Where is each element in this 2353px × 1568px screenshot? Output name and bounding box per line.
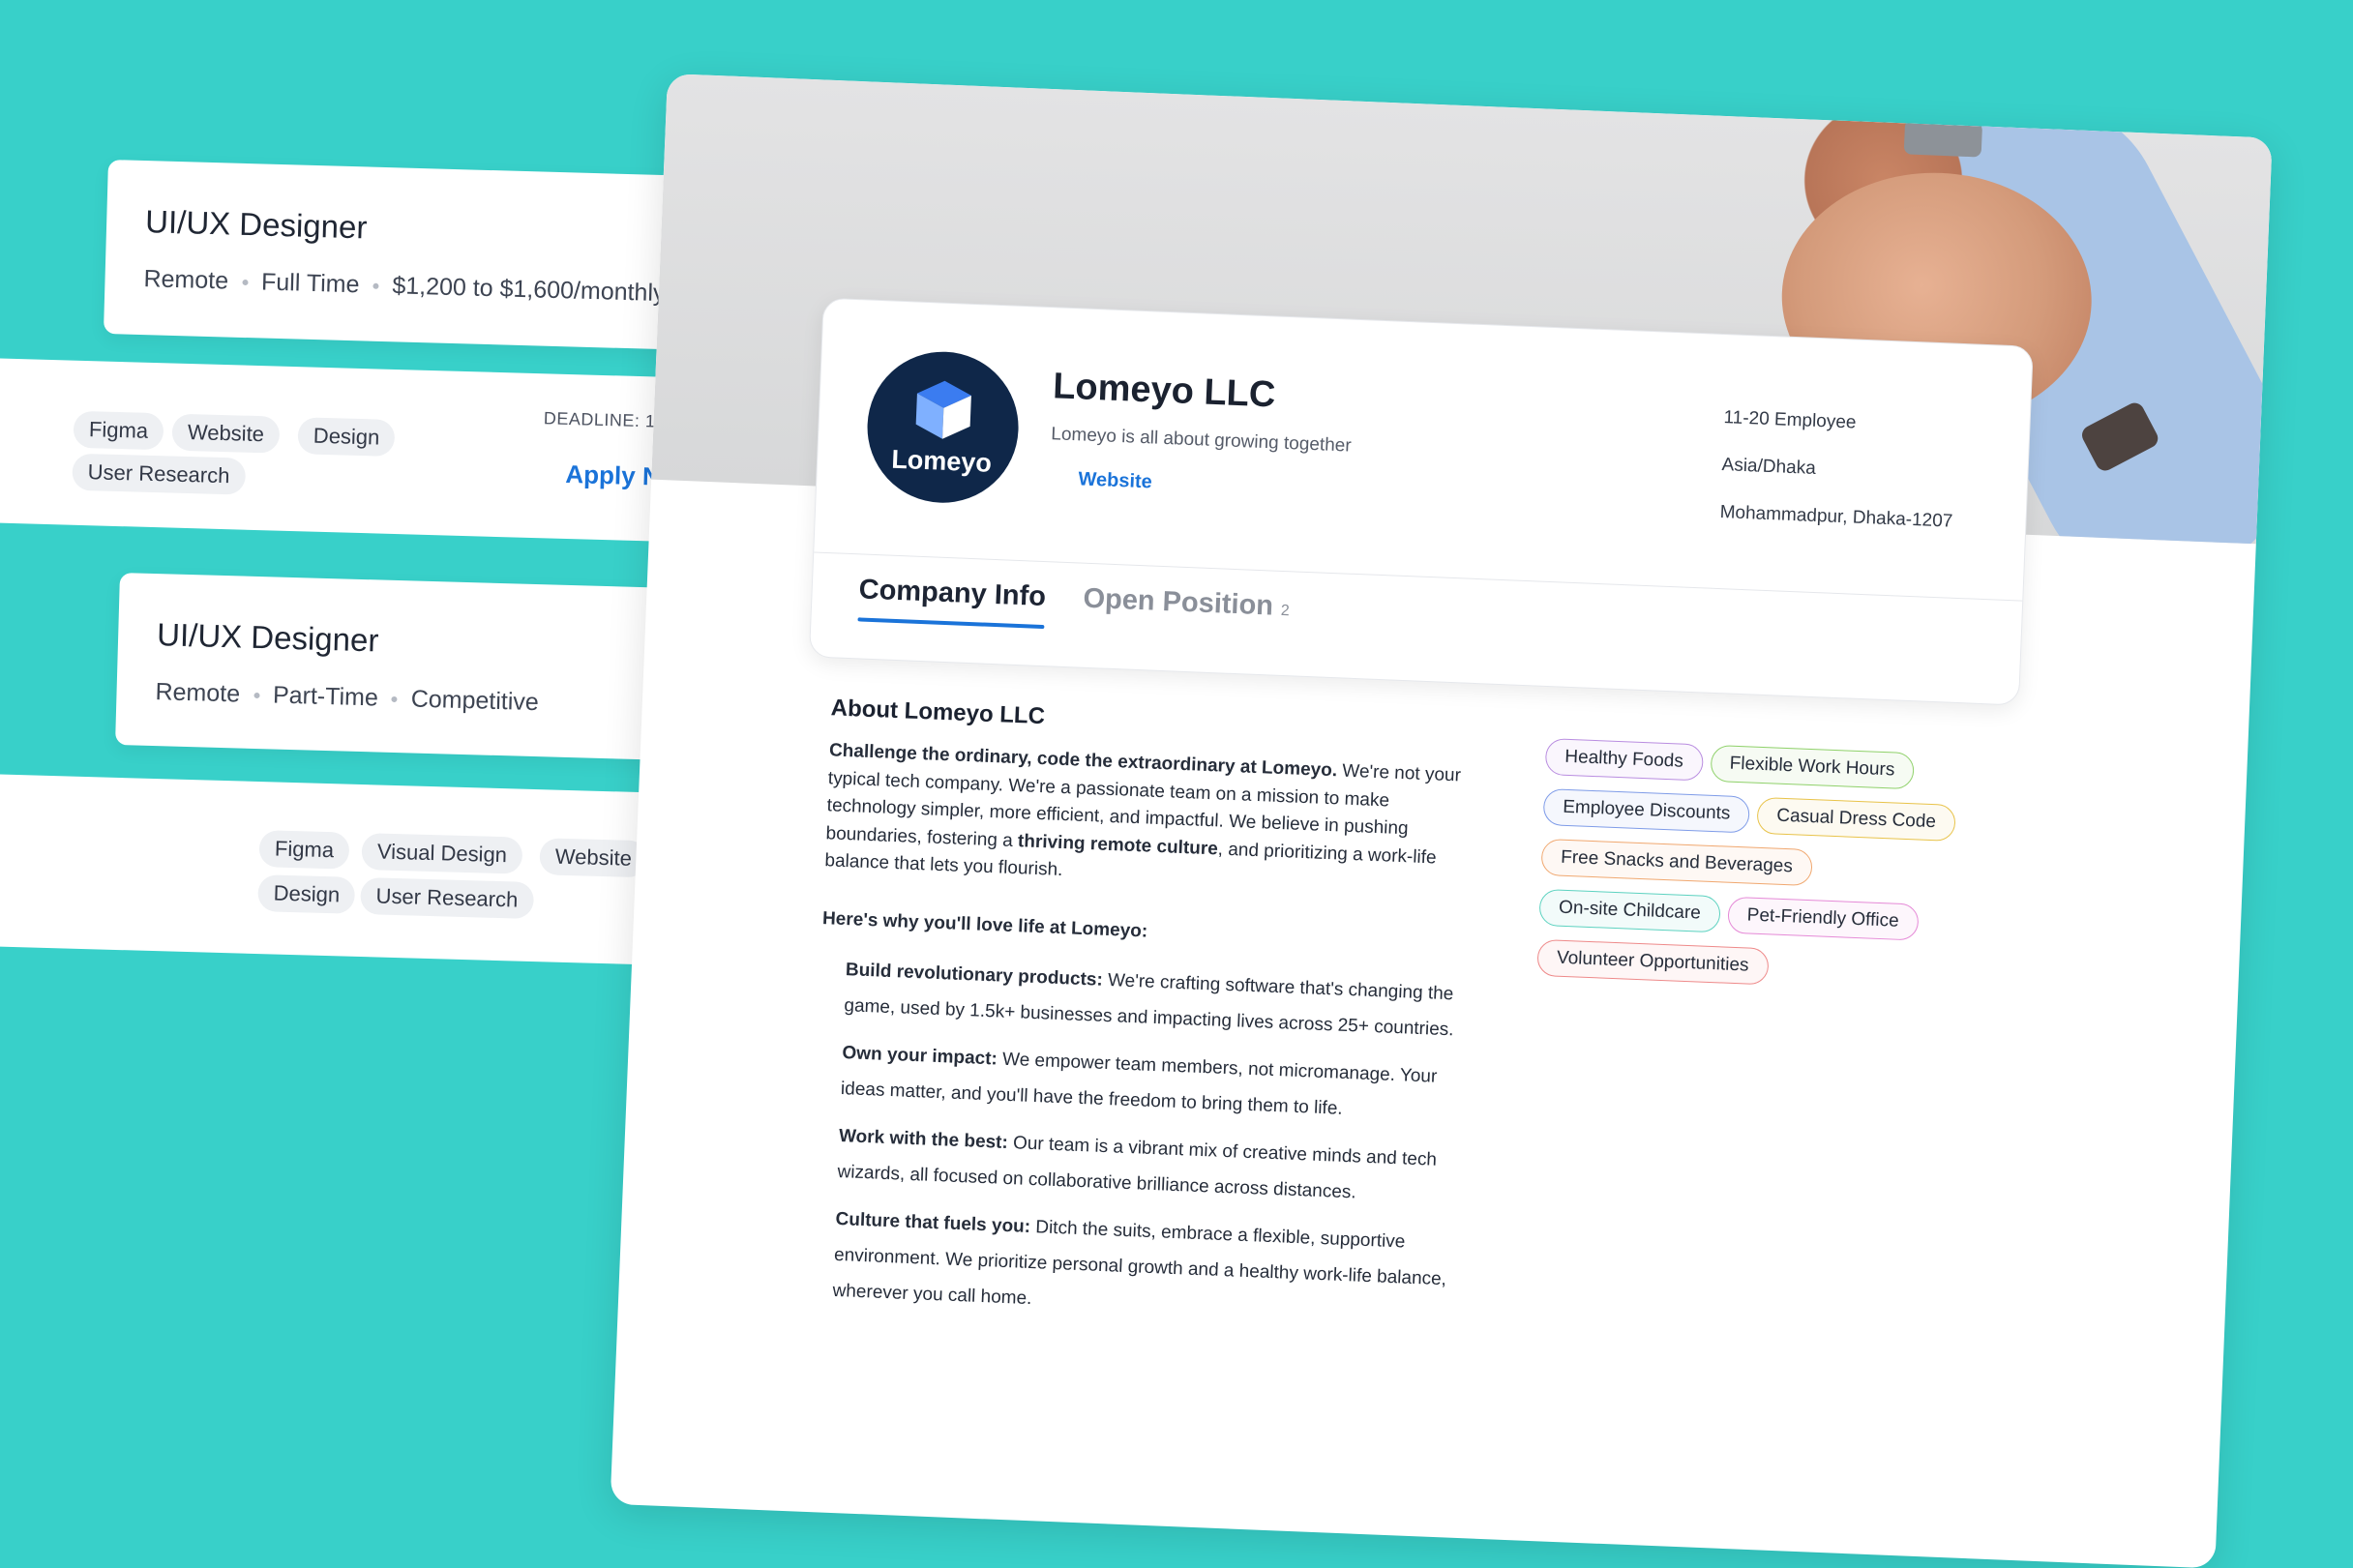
website-link[interactable]: Website [1078,468,1152,493]
skill-chip: Visual Design [361,833,523,874]
skill-chip: User Research [360,877,534,919]
company-logo: Lomeyo [864,348,1022,506]
skill-chip: Figma [258,830,350,870]
tab-bar: Company Info Open Position 2 [809,551,2023,706]
reasons-lead: Here's why you'll love life at Lomeyo: [821,907,1148,942]
tab-open-position[interactable]: Open Position 2 [1083,583,1291,624]
reason-title: Own your impact: [842,1042,998,1070]
address: Mohammadpur, Dhaka-1207 [1719,502,1953,532]
company-name: Lomeyo LLC [1052,366,1277,416]
job-card[interactable]: UI/UX Designer Remote Full Time $1,200 to … [103,160,728,351]
reason-item: Work with the best: Our team is a vibran… [837,1118,1457,1215]
job-title: UI/UX Designer [156,616,379,659]
reason-item: Own your impact: We empower team members… [840,1035,1460,1132]
tab-label: Company Info [858,574,1047,613]
job-salary: Competitive [410,685,540,717]
perk-badge: Healthy Foods [1544,737,1704,782]
job-location: Remote [155,678,241,708]
perk-badge: Employee Discounts [1542,787,1751,834]
about-title: About Lomeyo LLC [830,695,1046,730]
employee-count: 11-20 Employee [1723,407,1857,433]
reason-item: Culture that fuels you: Ditch the suits,… [832,1201,1454,1334]
company-facts: 11-20 Employee Asia/Dhaka Mohammadpur, D… [1718,407,1985,560]
position-count: 2 [1280,602,1291,620]
perks-list: Healthy Foods Flexible Work HoursEmployee… [1536,737,2001,1008]
perk-badge: Casual Dress Code [1756,796,1956,843]
separator-dot [241,280,249,286]
perk-badge: Flexible Work Hours [1710,744,1916,790]
region: Asia/Dhaka [1721,455,1817,479]
separator-dot [253,693,260,699]
company-header-card: Lomeyo Lomeyo LLC Lomeyo is all about gr… [808,297,2034,706]
tab-label: Open Position [1082,582,1274,622]
job-meta: Remote Part-Time Competitive [155,678,539,717]
reason-title: Work with the best: [838,1125,1009,1153]
job-title: UI/UX Designer [144,203,368,246]
job-type: Full Time [260,268,360,299]
reason-title: Build revolutionary products: [845,959,1104,991]
skill-chip: Design [257,874,356,914]
perk-badge: On-site Childcare [1538,888,1721,933]
separator-dot [391,696,398,703]
company-tagline: Lomeyo is all about growing together [1050,424,1353,457]
separator-dot [372,283,379,290]
job-tags-panel: DEADLINE: 17 AU Apply Now Figma Website … [0,358,716,544]
skill-chip: Figma [73,410,164,451]
skill-chip: Design [297,417,396,457]
reason-title: Culture that fuels you: [835,1208,1031,1237]
perk-badge: Free Snacks and Beverages [1540,838,1813,887]
company-profile-window: Lomeyo Lomeyo LLC Lomeyo is all about gr… [610,74,2273,1568]
reason-item: Build revolutionary products: We're craf… [844,952,1464,1049]
perk-badge: Volunteer Opportunities [1536,938,1770,986]
job-location: Remote [143,265,229,295]
logo-text: Lomeyo [890,444,993,478]
skill-chip: Website [171,413,281,454]
perk-badge: Pet-Friendly Office [1726,896,1920,941]
job-card[interactable]: UI/UX Designer Remote Part-Time Competitiv… [115,573,720,762]
job-meta: Remote Full Time $1,200 to $1,600/monthly [143,265,666,308]
intro-highlight: thriving remote culture [1017,830,1219,859]
job-salary: $1,200 to $1,600/monthly [392,272,666,308]
job-type: Part-Time [272,681,379,712]
about-intro: Challenge the ordinary, code the extraor… [824,737,1473,901]
tab-company-info[interactable]: Company Info [858,574,1047,613]
skill-chip: Website [539,838,648,878]
job-tags-panel: Figma Visual Design Website Design User … [0,774,706,966]
about-section: About Lomeyo LLC Challenge the ordinary,… [806,695,1474,1345]
skill-chip: User Research [72,453,246,495]
cube-icon [915,380,971,439]
